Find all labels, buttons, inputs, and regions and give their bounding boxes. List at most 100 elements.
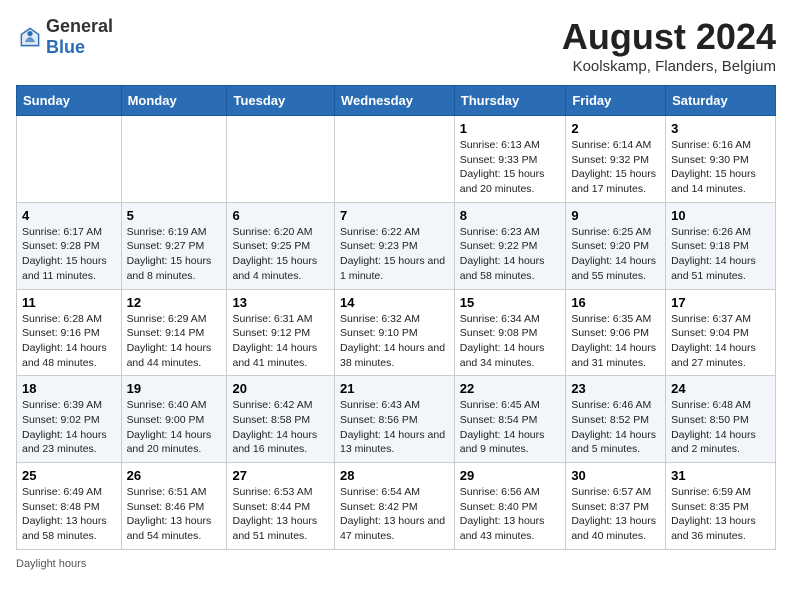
day-info: Sunrise: 6:20 AMSunset: 9:25 PMDaylight:… xyxy=(232,225,329,284)
day-info: Sunrise: 6:22 AMSunset: 9:23 PMDaylight:… xyxy=(340,225,449,284)
daylight-label: Daylight hours xyxy=(16,558,86,570)
day-number: 29 xyxy=(460,468,561,483)
calendar-cell: 16Sunrise: 6:35 AMSunset: 9:06 PMDayligh… xyxy=(566,289,666,376)
calendar-cell: 12 Sunrise: 6:29 AMSunset: 9:14 PMDayligh… xyxy=(121,289,227,376)
calendar-cell: 20 Sunrise: 6:42 AMSunset: 8:58 PMDayligh… xyxy=(227,376,335,463)
calendar-day-header: Tuesday xyxy=(227,86,335,116)
day-number: 20 xyxy=(232,381,329,396)
day-info: Sunrise: 6:17 AMSunset: 9:28 PMDaylight:… xyxy=(22,225,116,284)
calendar-day-header: Sunday xyxy=(17,86,122,116)
day-number: 31 xyxy=(671,468,770,483)
calendar-cell: 14 Sunrise: 6:32 AMSunset: 9:10 PMDayligh… xyxy=(334,289,454,376)
day-number: 4 xyxy=(22,208,116,223)
day-number: 26 xyxy=(127,468,222,483)
calendar-cell: 24 Sunrise: 6:48 AMSunset: 8:50 PMDayligh… xyxy=(666,376,776,463)
calendar-cell: 18 Sunrise: 6:39 AMSunset: 9:02 PMDayligh… xyxy=(17,376,122,463)
calendar-cell: 4 Sunrise: 6:17 AMSunset: 9:28 PMDaylight… xyxy=(17,202,122,289)
calendar-week-row: 11 Sunrise: 6:28 AMSunset: 9:16 PMDayligh… xyxy=(17,289,776,376)
day-number: 21 xyxy=(340,381,449,396)
calendar-cell: 23Sunrise: 6:46 AMSunset: 8:52 PMDayligh… xyxy=(566,376,666,463)
day-info: Sunrise: 6:39 AMSunset: 9:02 PMDaylight:… xyxy=(22,398,116,457)
day-info: Sunrise: 6:25 AMSunset: 9:20 PMDaylight:… xyxy=(571,225,660,284)
day-info: Sunrise: 6:54 AMSunset: 8:42 PMDaylight:… xyxy=(340,485,449,544)
calendar-cell: 5 Sunrise: 6:19 AMSunset: 9:27 PMDaylight… xyxy=(121,202,227,289)
calendar-cell: 6 Sunrise: 6:20 AMSunset: 9:25 PMDaylight… xyxy=(227,202,335,289)
day-number: 28 xyxy=(340,468,449,483)
calendar-cell: 8 Sunrise: 6:23 AMSunset: 9:22 PMDaylight… xyxy=(454,202,566,289)
calendar-cell: 15Sunrise: 6:34 AMSunset: 9:08 PMDayligh… xyxy=(454,289,566,376)
day-number: 18 xyxy=(22,381,116,396)
logo: General Blue xyxy=(16,16,113,57)
day-info: Sunrise: 6:42 AMSunset: 8:58 PMDaylight:… xyxy=(232,398,329,457)
calendar-header-row: SundayMondayTuesdayWednesdayThursdayFrid… xyxy=(17,86,776,116)
page-header: General Blue August 2024 Koolskamp, Flan… xyxy=(16,16,776,75)
calendar-day-header: Monday xyxy=(121,86,227,116)
day-info: Sunrise: 6:28 AMSunset: 9:16 PMDaylight:… xyxy=(22,312,116,371)
day-info: Sunrise: 6:13 AMSunset: 9:33 PMDaylight:… xyxy=(460,138,561,197)
day-info: Sunrise: 6:43 AMSunset: 8:56 PMDaylight:… xyxy=(340,398,449,457)
calendar-day-header: Friday xyxy=(566,86,666,116)
day-info: Sunrise: 6:35 AMSunset: 9:06 PMDaylight:… xyxy=(571,312,660,371)
calendar-table: SundayMondayTuesdayWednesdayThursdayFrid… xyxy=(16,85,776,550)
day-info: Sunrise: 6:57 AMSunset: 8:37 PMDaylight:… xyxy=(571,485,660,544)
calendar-cell: 29Sunrise: 6:56 AMSunset: 8:40 PMDayligh… xyxy=(454,463,566,550)
calendar-cell: 9Sunrise: 6:25 AMSunset: 9:20 PMDaylight… xyxy=(566,202,666,289)
calendar-cell: 1 Sunrise: 6:13 AMSunset: 9:33 PMDaylight… xyxy=(454,116,566,203)
calendar-cell xyxy=(121,116,227,203)
day-info: Sunrise: 6:40 AMSunset: 9:00 PMDaylight:… xyxy=(127,398,222,457)
day-info: Sunrise: 6:31 AMSunset: 9:12 PMDaylight:… xyxy=(232,312,329,371)
day-number: 23 xyxy=(571,381,660,396)
calendar-cell: 13 Sunrise: 6:31 AMSunset: 9:12 PMDayligh… xyxy=(227,289,335,376)
day-number: 25 xyxy=(22,468,116,483)
day-number: 5 xyxy=(127,208,222,223)
day-info: Sunrise: 6:23 AMSunset: 9:22 PMDaylight:… xyxy=(460,225,561,284)
day-info: Sunrise: 6:19 AMSunset: 9:27 PMDaylight:… xyxy=(127,225,222,284)
day-info: Sunrise: 6:48 AMSunset: 8:50 PMDaylight:… xyxy=(671,398,770,457)
day-number: 7 xyxy=(340,208,449,223)
day-info: Sunrise: 6:32 AMSunset: 9:10 PMDaylight:… xyxy=(340,312,449,371)
calendar-cell: 26 Sunrise: 6:51 AMSunset: 8:46 PMDayligh… xyxy=(121,463,227,550)
calendar-cell: 21 Sunrise: 6:43 AMSunset: 8:56 PMDayligh… xyxy=(334,376,454,463)
calendar-cell: 2Sunrise: 6:14 AMSunset: 9:32 PMDaylight… xyxy=(566,116,666,203)
logo-icon xyxy=(18,25,42,49)
calendar-cell: 10Sunrise: 6:26 AMSunset: 9:18 PMDayligh… xyxy=(666,202,776,289)
month-year-title: August 2024 xyxy=(562,16,776,58)
day-info: Sunrise: 6:14 AMSunset: 9:32 PMDaylight:… xyxy=(571,138,660,197)
calendar-cell xyxy=(334,116,454,203)
day-info: Sunrise: 6:29 AMSunset: 9:14 PMDaylight:… xyxy=(127,312,222,371)
day-info: Sunrise: 6:51 AMSunset: 8:46 PMDaylight:… xyxy=(127,485,222,544)
calendar-cell: 3Sunrise: 6:16 AMSunset: 9:30 PMDaylight… xyxy=(666,116,776,203)
calendar-cell: 27 Sunrise: 6:53 AMSunset: 8:44 PMDayligh… xyxy=(227,463,335,550)
day-info: Sunrise: 6:37 AMSunset: 9:04 PMDaylight:… xyxy=(671,312,770,371)
calendar-cell: 7 Sunrise: 6:22 AMSunset: 9:23 PMDaylight… xyxy=(334,202,454,289)
day-number: 30 xyxy=(571,468,660,483)
day-info: Sunrise: 6:34 AMSunset: 9:08 PMDaylight:… xyxy=(460,312,561,371)
footer: Daylight hours xyxy=(16,558,776,570)
day-info: Sunrise: 6:53 AMSunset: 8:44 PMDaylight:… xyxy=(232,485,329,544)
day-number: 8 xyxy=(460,208,561,223)
day-number: 1 xyxy=(460,121,561,136)
logo-blue: Blue xyxy=(46,37,113,58)
day-info: Sunrise: 6:49 AMSunset: 8:48 PMDaylight:… xyxy=(22,485,116,544)
day-number: 6 xyxy=(232,208,329,223)
day-number: 10 xyxy=(671,208,770,223)
day-number: 24 xyxy=(671,381,770,396)
calendar-cell: 30 Sunrise: 6:57 AMSunset: 8:37 PMDayligh… xyxy=(566,463,666,550)
day-number: 14 xyxy=(340,295,449,310)
calendar-cell xyxy=(227,116,335,203)
calendar-day-header: Saturday xyxy=(666,86,776,116)
day-number: 12 xyxy=(127,295,222,310)
title-block: August 2024 Koolskamp, Flanders, Belgium xyxy=(562,16,776,75)
day-info: Sunrise: 6:59 AMSunset: 8:35 PMDaylight:… xyxy=(671,485,770,544)
calendar-day-header: Wednesday xyxy=(334,86,454,116)
day-number: 27 xyxy=(232,468,329,483)
day-number: 3 xyxy=(671,121,770,136)
day-number: 19 xyxy=(127,381,222,396)
calendar-cell: 28 Sunrise: 6:54 AMSunset: 8:42 PMDayligh… xyxy=(334,463,454,550)
day-number: 11 xyxy=(22,295,116,310)
calendar-cell: 31 Sunrise: 6:59 AMSunset: 8:35 PMDayligh… xyxy=(666,463,776,550)
calendar-week-row: 4 Sunrise: 6:17 AMSunset: 9:28 PMDaylight… xyxy=(17,202,776,289)
day-info: Sunrise: 6:45 AMSunset: 8:54 PMDaylight:… xyxy=(460,398,561,457)
day-number: 13 xyxy=(232,295,329,310)
calendar-cell: 25 Sunrise: 6:49 AMSunset: 8:48 PMDayligh… xyxy=(17,463,122,550)
